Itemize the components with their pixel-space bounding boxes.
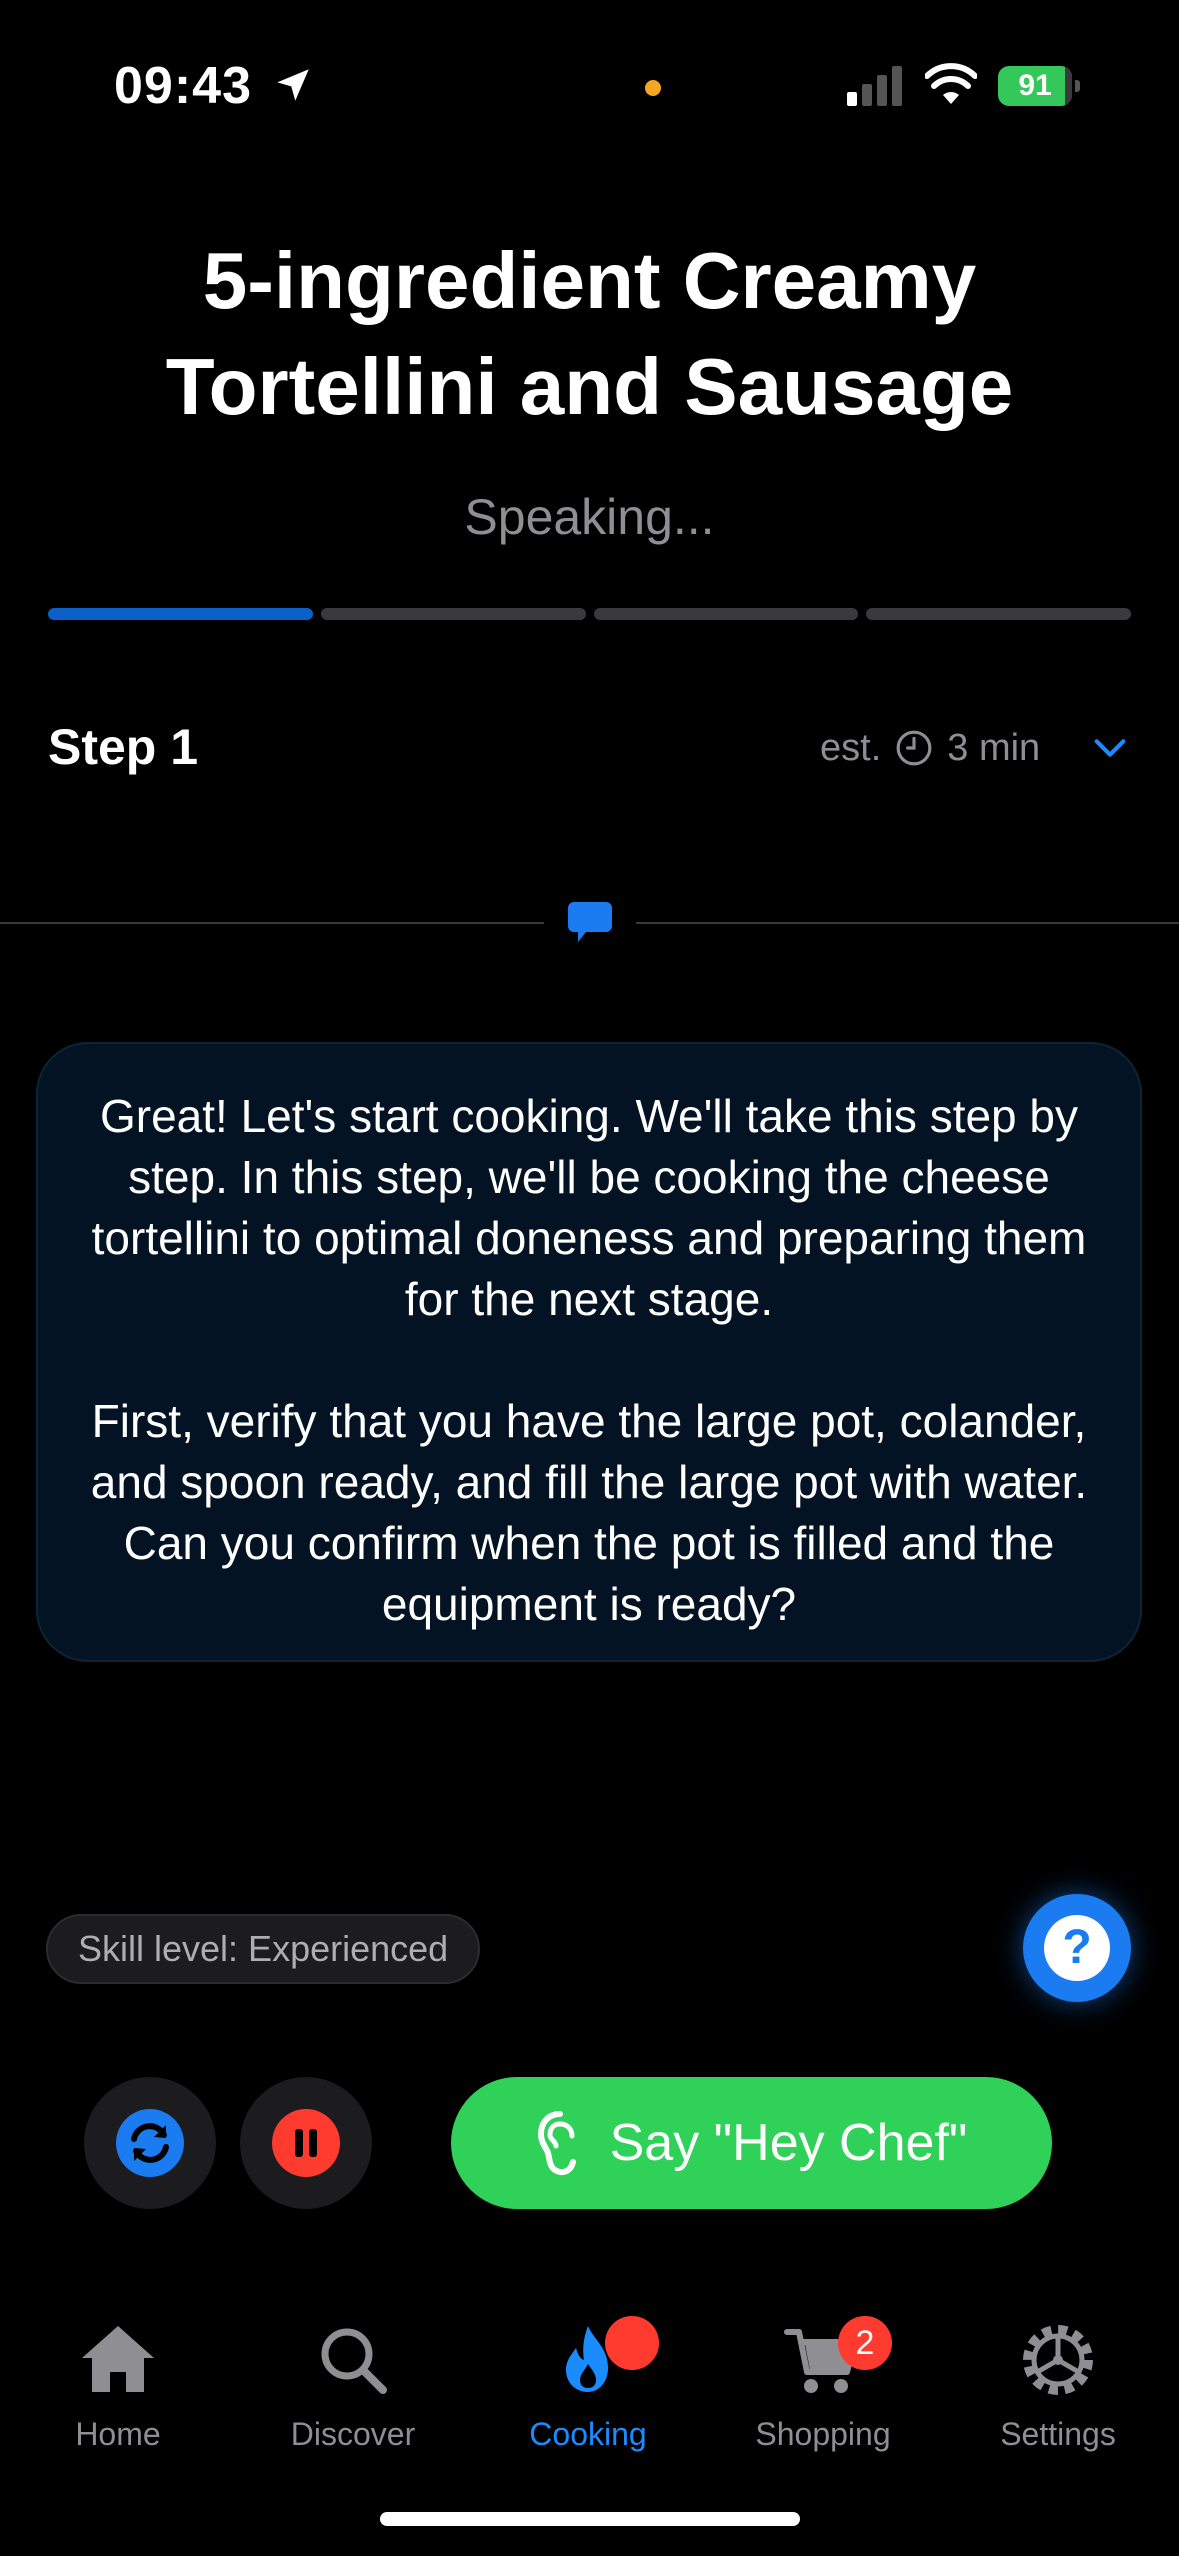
divider-left xyxy=(0,922,544,924)
location-arrow-icon xyxy=(277,69,309,101)
step-title: Step 1 xyxy=(48,719,199,775)
help-button[interactable]: ? xyxy=(1023,1894,1131,2002)
say-hey-chef-label: Say "Hey Chef" xyxy=(609,2114,968,2172)
step-progress-bar xyxy=(48,608,1131,620)
tab-shopping[interactable]: 2 Shopping xyxy=(718,2316,928,2470)
privacy-indicator-dot xyxy=(645,80,661,96)
tab-cooking[interactable]: Cooking xyxy=(483,2316,693,2470)
shopping-badge: 2 xyxy=(838,2316,892,2370)
battery-indicator: 91 xyxy=(998,66,1080,106)
gear-icon xyxy=(1023,2325,1093,2395)
cooking-notification-dot xyxy=(605,2316,659,2370)
chef-message-card: Great! Let's start cooking. We'll take t… xyxy=(36,1042,1142,1662)
tab-settings[interactable]: Settings xyxy=(953,2320,1163,2470)
pause-button[interactable] xyxy=(240,2077,372,2209)
status-time: 09:43 xyxy=(114,57,252,115)
tab-discover[interactable]: Discover xyxy=(248,2320,458,2470)
tab-label: Settings xyxy=(1000,2416,1116,2452)
message-paragraph: Great! Let's start cooking. We'll take t… xyxy=(91,1090,1087,1325)
restart-button[interactable] xyxy=(84,2077,216,2209)
chat-bubble-icon xyxy=(568,902,612,942)
progress-segment xyxy=(48,608,313,620)
progress-segment xyxy=(866,608,1131,620)
chevron-down-icon[interactable] xyxy=(1090,728,1130,768)
say-hey-chef-button[interactable]: Say "Hey Chef" xyxy=(451,2077,1052,2209)
divider-right xyxy=(636,922,1179,924)
progress-segment xyxy=(593,608,859,620)
estimate-prefix: est. xyxy=(820,726,882,769)
recipe-title: 5-ingredient Creamy Tortellini and Sausa… xyxy=(165,236,1014,431)
battery-level: 91 xyxy=(1018,69,1052,102)
home-icon xyxy=(82,2326,154,2392)
estimate-time: 3 min xyxy=(947,726,1041,769)
cellular-signal-icon xyxy=(847,66,902,106)
tab-label: Home xyxy=(75,2416,161,2452)
battery-cap xyxy=(1075,80,1080,92)
skill-level-chip[interactable]: Skill level: Experienced xyxy=(46,1914,481,1984)
status-bar: 09:43 91 xyxy=(0,0,1179,150)
tab-label: Shopping xyxy=(755,2416,891,2452)
tab-bar: Home Discover Cooking 2 Shopping Setting… xyxy=(0,2300,1179,2470)
step-estimate: est. 3 min xyxy=(820,725,1040,771)
question-mark-icon: ? xyxy=(1044,1915,1110,1981)
home-indicator[interactable] xyxy=(380,2512,800,2526)
clock-icon xyxy=(896,730,932,766)
speaking-status: Speaking... xyxy=(464,489,715,545)
refresh-icon xyxy=(116,2109,184,2177)
search-icon xyxy=(321,2328,387,2394)
ear-icon xyxy=(537,2111,576,2176)
tab-label: Cooking xyxy=(529,2416,647,2452)
progress-segment xyxy=(320,608,586,620)
message-paragraph: First, verify that you have the large po… xyxy=(90,1395,1088,1630)
wifi-icon xyxy=(925,63,977,104)
tab-home[interactable]: Home xyxy=(13,2320,223,2470)
pause-icon xyxy=(272,2109,340,2177)
tab-label: Discover xyxy=(290,2416,416,2452)
